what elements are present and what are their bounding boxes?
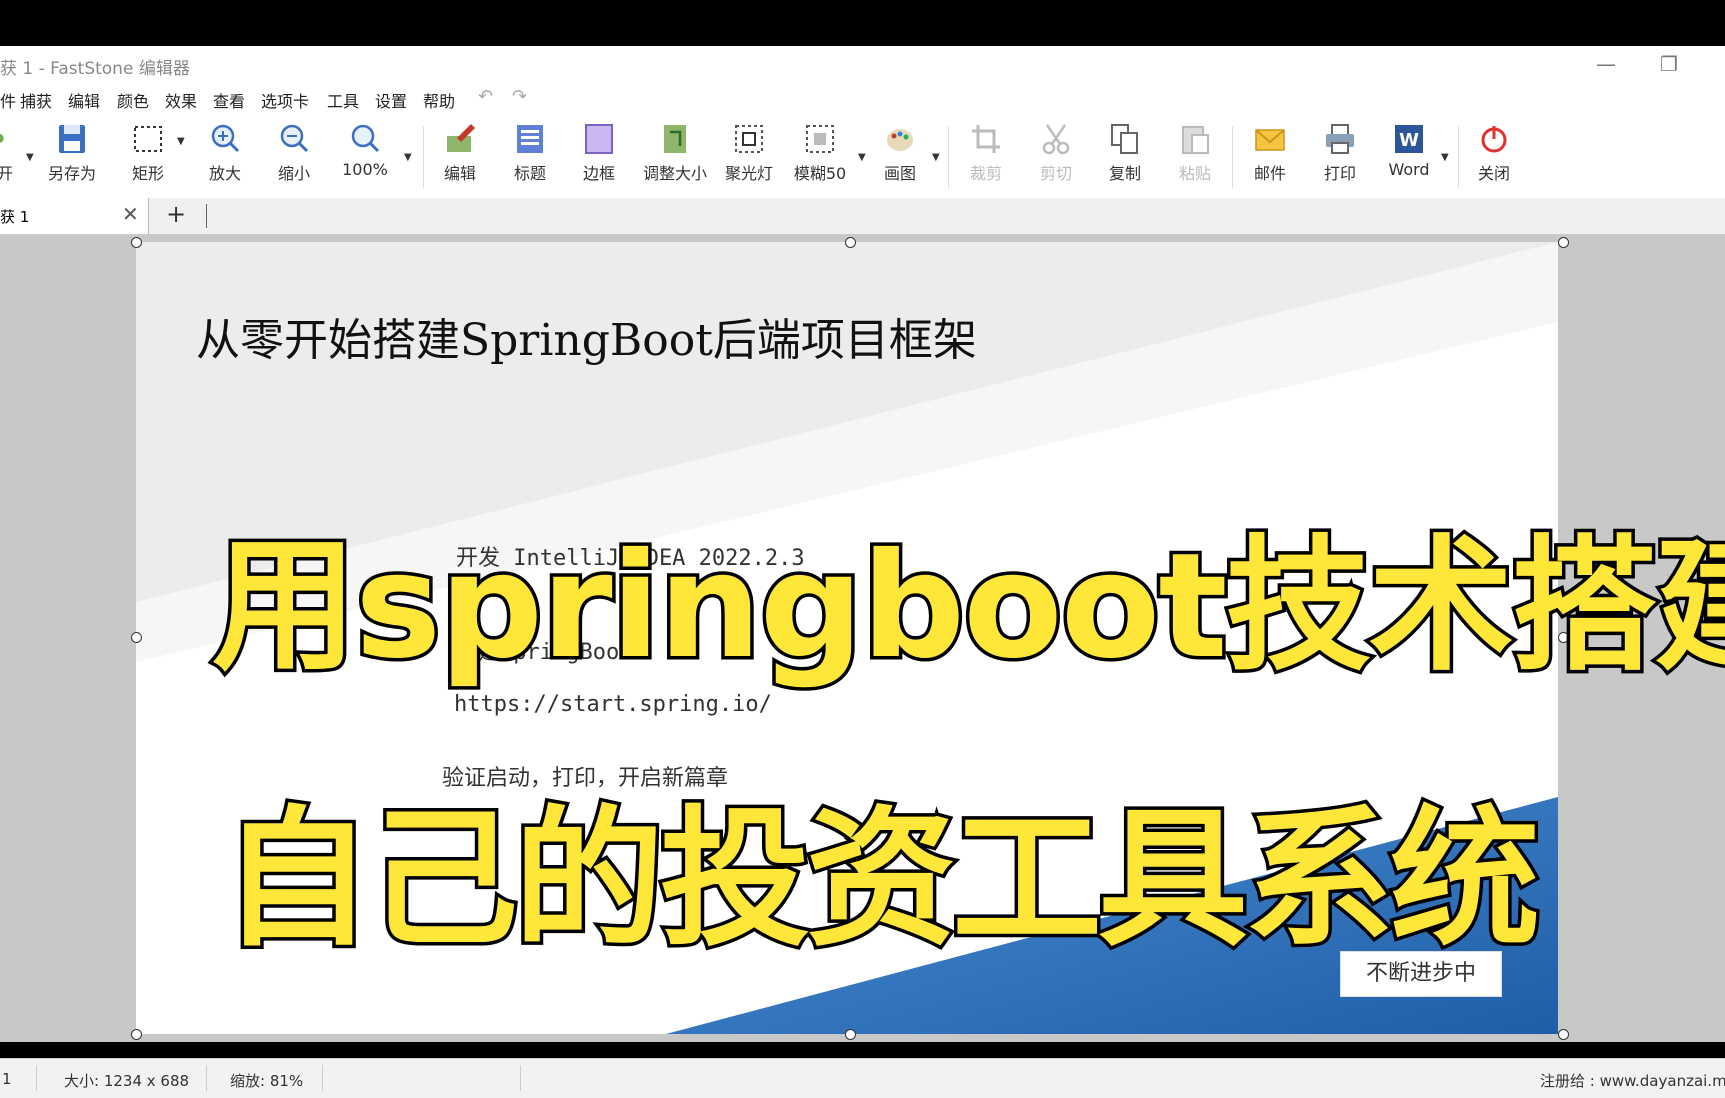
menu-file[interactable]: 件	[0, 88, 16, 112]
resize-handle[interactable]	[131, 237, 142, 248]
menu-bar: 件 捕获 编辑 颜色 效果 查看 选项卡 工具 设置 帮助 ↶ ↷	[0, 82, 1725, 116]
toolbar-separator	[1232, 126, 1233, 188]
menu-edit[interactable]: 编辑	[68, 88, 100, 112]
status-bar: 1 大小: 1234 x 688 缩放: 81% 注册给 : www.dayan…	[0, 1058, 1725, 1098]
top-black-bar	[0, 0, 1725, 46]
toolbar-separator	[423, 126, 424, 188]
save-icon	[59, 125, 85, 153]
title-bar: 获 1 - FastStone 编辑器 — ❐	[0, 46, 1725, 82]
zoom-100-button[interactable]: 100%	[340, 122, 390, 179]
printer-icon	[1326, 124, 1354, 154]
email-button[interactable]: 邮件	[1250, 122, 1290, 184]
zoom-out-icon	[280, 124, 309, 153]
caption-icon	[517, 125, 543, 153]
tab-capture-1[interactable]: 获 1 ✕	[0, 198, 149, 234]
edit-icon	[447, 124, 475, 152]
resize-handle[interactable]	[1558, 237, 1569, 248]
svg-text:W: W	[1399, 130, 1419, 151]
menu-capture[interactable]: 捕获	[20, 88, 52, 112]
spotlight-icon	[735, 125, 763, 153]
overlay-caption-line1: 用springboot技术搭建	[209, 519, 1725, 695]
open-dropdown-icon[interactable]: ▼	[26, 152, 34, 163]
resize-handle[interactable]	[1558, 1029, 1569, 1040]
power-icon	[1481, 126, 1507, 153]
open-button[interactable]: 开	[0, 122, 16, 184]
window-title: 获 1 - FastStone 编辑器	[0, 59, 190, 79]
draw-button[interactable]: 画图	[880, 122, 920, 184]
resize-icon	[664, 125, 686, 153]
rectangle-select-icon	[134, 126, 162, 152]
overlay-caption-line2: 自己的投资工具系统	[218, 790, 1543, 971]
copy-icon	[1111, 124, 1138, 154]
status-page: 1	[2, 1070, 12, 1088]
toolbar-separator	[948, 126, 949, 188]
resize-button[interactable]: 调整大小	[640, 122, 710, 184]
edit-button[interactable]: 编辑	[440, 122, 480, 184]
minimize-button[interactable]: —	[1596, 52, 1616, 76]
blur-icon	[806, 125, 834, 153]
status-divider	[206, 1065, 207, 1091]
border-button[interactable]: 边框	[579, 122, 619, 184]
zoom-in-icon	[211, 124, 240, 153]
document-title: 从零开始搭建SpringBoot后端项目框架	[196, 315, 977, 366]
menu-tabs[interactable]: 选项卡	[261, 88, 309, 112]
scissors-icon	[1042, 124, 1070, 155]
copy-button[interactable]: 复制	[1105, 122, 1145, 184]
restore-button[interactable]: ❐	[1660, 52, 1678, 76]
menu-color[interactable]: 颜色	[117, 88, 149, 112]
paste-button[interactable]: 粘贴	[1175, 122, 1215, 184]
close-button[interactable]: 关闭	[1474, 122, 1514, 184]
resize-handle[interactable]	[845, 237, 856, 248]
crop-button[interactable]: 裁剪	[966, 122, 1006, 184]
rectangle-button[interactable]: 矩形	[128, 122, 168, 184]
status-divider	[36, 1065, 37, 1091]
draw-dropdown-icon[interactable]: ▼	[932, 152, 940, 163]
blur-dropdown-icon[interactable]: ▼	[858, 152, 866, 163]
word-dropdown-icon[interactable]: ▼	[1441, 152, 1449, 163]
paste-icon	[1182, 126, 1209, 154]
zoom-actual-icon	[351, 124, 380, 153]
zoom-in-button[interactable]: 放大	[205, 122, 245, 184]
cut-button[interactable]: 剪切	[1036, 122, 1076, 184]
menu-settings[interactable]: 设置	[375, 88, 407, 112]
save-as-button[interactable]: 另存为	[44, 122, 100, 184]
tab-divider	[206, 204, 207, 228]
menu-view[interactable]: 查看	[213, 88, 245, 112]
redo-icon[interactable]: ↷	[512, 86, 527, 107]
tab-bar: 获 1 ✕ +	[0, 198, 1725, 235]
blur-button[interactable]: 模糊50	[792, 122, 848, 184]
status-divider	[520, 1065, 521, 1091]
word-icon: W	[1395, 125, 1423, 153]
menu-effects[interactable]: 效果	[165, 88, 197, 112]
print-button[interactable]: 打印	[1320, 122, 1360, 184]
status-size: 大小: 1234 x 688	[64, 1072, 190, 1090]
tab-label: 获 1	[0, 208, 30, 226]
palette-icon	[887, 129, 913, 151]
resize-handle[interactable]	[845, 1029, 856, 1040]
status-registered: 注册给 : www.dayanzai.m	[1540, 1072, 1725, 1090]
tab-close-icon[interactable]: ✕	[122, 202, 139, 226]
border-icon	[585, 124, 613, 154]
toolbar-separator	[1458, 126, 1459, 188]
add-tab-button[interactable]: +	[166, 200, 186, 228]
toolbar: 开 ▼ 另存为 矩形 ▼ 放大 缩小 100% ▼ 编辑 标题 边框 调整大小 …	[0, 116, 1725, 199]
caption-button[interactable]: 标题	[510, 122, 550, 184]
zoom-out-button[interactable]: 缩小	[274, 122, 314, 184]
open-icon	[0, 133, 4, 143]
menu-help[interactable]: 帮助	[423, 88, 455, 112]
resize-handle[interactable]	[131, 1029, 142, 1040]
word-button[interactable]: W Word	[1382, 122, 1436, 179]
rectangle-dropdown-icon[interactable]: ▼	[177, 136, 185, 147]
crop-icon	[972, 125, 1000, 153]
spotlight-button[interactable]: 聚光灯	[724, 122, 774, 184]
envelope-icon	[1255, 129, 1285, 151]
menu-tools[interactable]: 工具	[327, 88, 359, 112]
status-divider	[322, 1065, 323, 1091]
undo-icon[interactable]: ↶	[478, 86, 493, 107]
status-zoom: 缩放: 81%	[230, 1072, 304, 1090]
zoom-dropdown-icon[interactable]: ▼	[404, 152, 412, 163]
resize-handle[interactable]	[131, 632, 142, 643]
